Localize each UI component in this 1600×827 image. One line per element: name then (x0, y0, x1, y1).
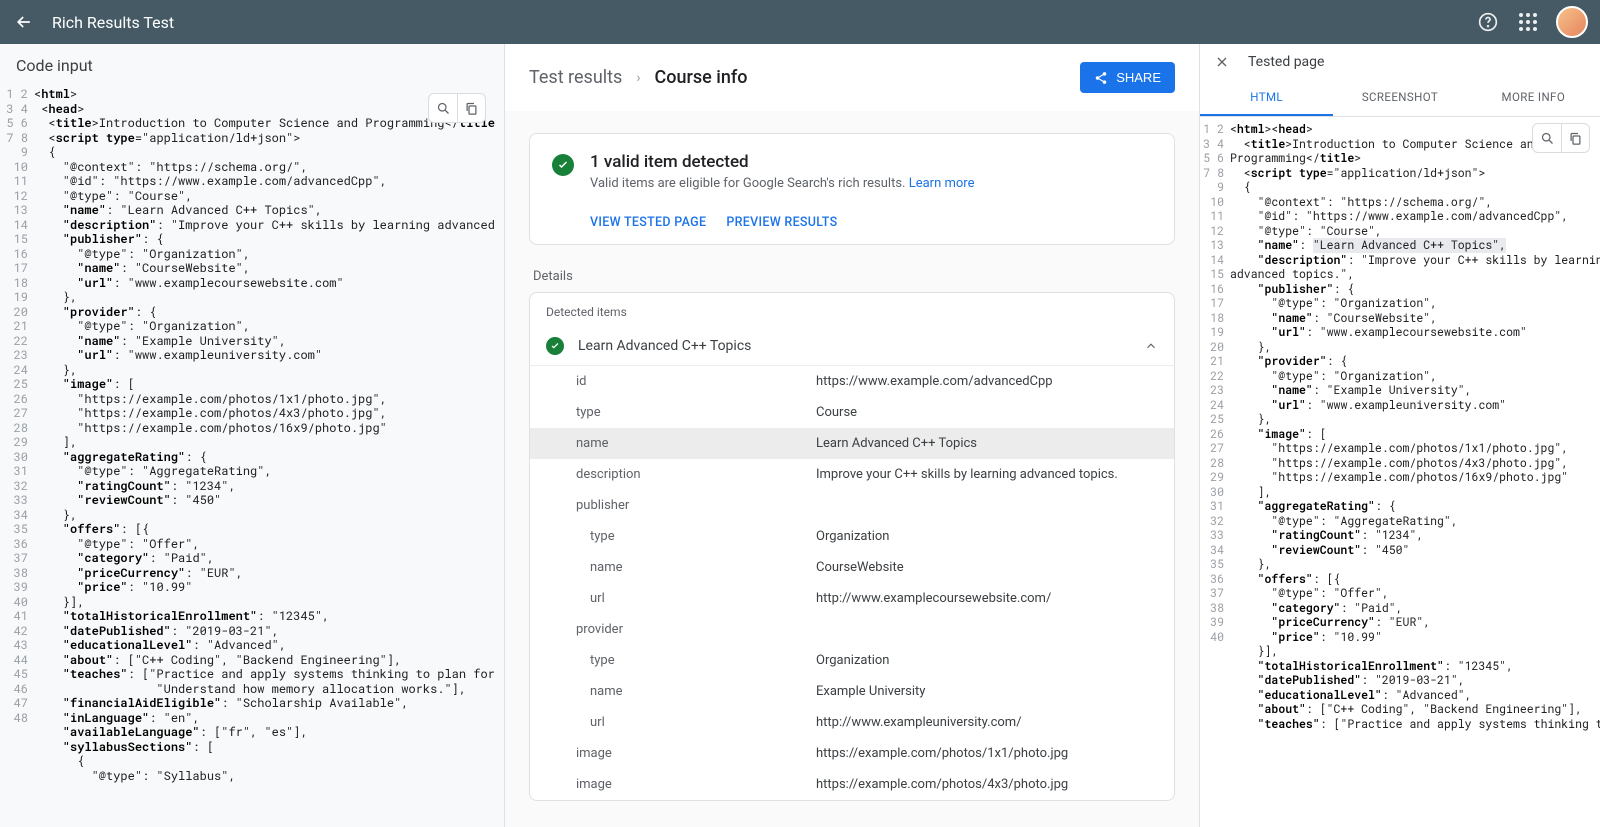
tested-page-tabs: HTML SCREENSHOT MORE INFO (1200, 80, 1600, 117)
code-tools (428, 93, 486, 123)
chevron-up-icon (1144, 339, 1158, 353)
copy-code-icon[interactable] (457, 94, 485, 122)
table-row: typeOrganization (530, 645, 1174, 676)
table-row: descriptionImprove your C++ skills by le… (530, 459, 1174, 490)
breadcrumb: Test results › Course info SHARE (505, 44, 1199, 111)
close-icon[interactable] (1214, 54, 1230, 70)
table-row: nameCourseWebsite (530, 552, 1174, 583)
breadcrumb-current: Course info (655, 67, 748, 88)
table-row: urlhttp://www.examplecoursewebsite.com/ (530, 583, 1174, 614)
summary-card: 1 valid item detected Valid items are el… (529, 133, 1175, 245)
apps-icon[interactable] (1516, 10, 1540, 34)
preview-results-button[interactable]: PREVIEW RESULTS (726, 215, 837, 230)
app-title: Rich Results Test (52, 13, 1476, 32)
results-pane: Test results › Course info SHARE 1 valid… (505, 44, 1200, 827)
share-button[interactable]: SHARE (1080, 62, 1175, 93)
app-header: Rich Results Test (0, 0, 1600, 44)
detected-items-label: Detected items (530, 293, 1174, 327)
table-row: typeOrganization (530, 521, 1174, 552)
tab-screenshot[interactable]: SCREENSHOT (1333, 80, 1466, 116)
help-icon[interactable] (1476, 10, 1500, 34)
table-row: nameExample University (530, 676, 1174, 707)
code-editor[interactable]: 1 2 3 4 5 6 7 8 9 10 11 12 13 14 15 16 1… (0, 87, 496, 827)
tested-page-pane: Tested page HTML SCREENSHOT MORE INFO 1 … (1200, 44, 1600, 827)
code-tools (1532, 123, 1590, 153)
table-row: publisher (530, 490, 1174, 521)
detected-item-header[interactable]: Learn Advanced C++ Topics (530, 327, 1174, 366)
tested-code-viewer[interactable]: 1 2 3 4 5 6 7 8 9 10 11 12 13 14 15 16 1… (1200, 117, 1600, 827)
table-row: typeCourse (530, 397, 1174, 428)
details-card: Detected items Learn Advanced C++ Topics… (529, 292, 1175, 801)
learn-more-link[interactable]: Learn more (909, 176, 975, 191)
search-code-icon[interactable] (1533, 124, 1561, 152)
table-row: imagehttps://example.com/photos/1x1/phot… (530, 738, 1174, 769)
table-row: imagehttps://example.com/photos/4x3/phot… (530, 769, 1174, 800)
details-label: Details (533, 269, 1175, 284)
check-icon (546, 337, 564, 355)
avatar[interactable] (1556, 6, 1588, 38)
summary-title: 1 valid item detected (590, 152, 974, 172)
view-tested-page-button[interactable]: VIEW TESTED PAGE (590, 215, 706, 230)
tab-more-info[interactable]: MORE INFO (1467, 80, 1600, 116)
check-icon (552, 154, 574, 176)
copy-code-icon[interactable] (1561, 124, 1589, 152)
summary-subtitle: Valid items are eligible for Google Sear… (590, 176, 974, 191)
breadcrumb-root[interactable]: Test results (529, 67, 622, 88)
table-row: idhttps://www.example.com/advancedCpp (530, 366, 1174, 397)
tab-html[interactable]: HTML (1200, 80, 1333, 116)
table-row: nameLearn Advanced C++ Topics (530, 428, 1174, 459)
back-button[interactable] (12, 10, 36, 34)
chevron-right-icon: › (636, 70, 640, 86)
code-input-pane: Code input 1 2 3 4 5 6 7 8 9 10 11 12 13… (0, 44, 505, 827)
search-code-icon[interactable] (429, 94, 457, 122)
code-input-title: Code input (0, 44, 504, 87)
table-row: urlhttp://www.exampleuniversity.com/ (530, 707, 1174, 738)
table-row: provider (530, 614, 1174, 645)
tested-page-title: Tested page (1248, 54, 1324, 70)
